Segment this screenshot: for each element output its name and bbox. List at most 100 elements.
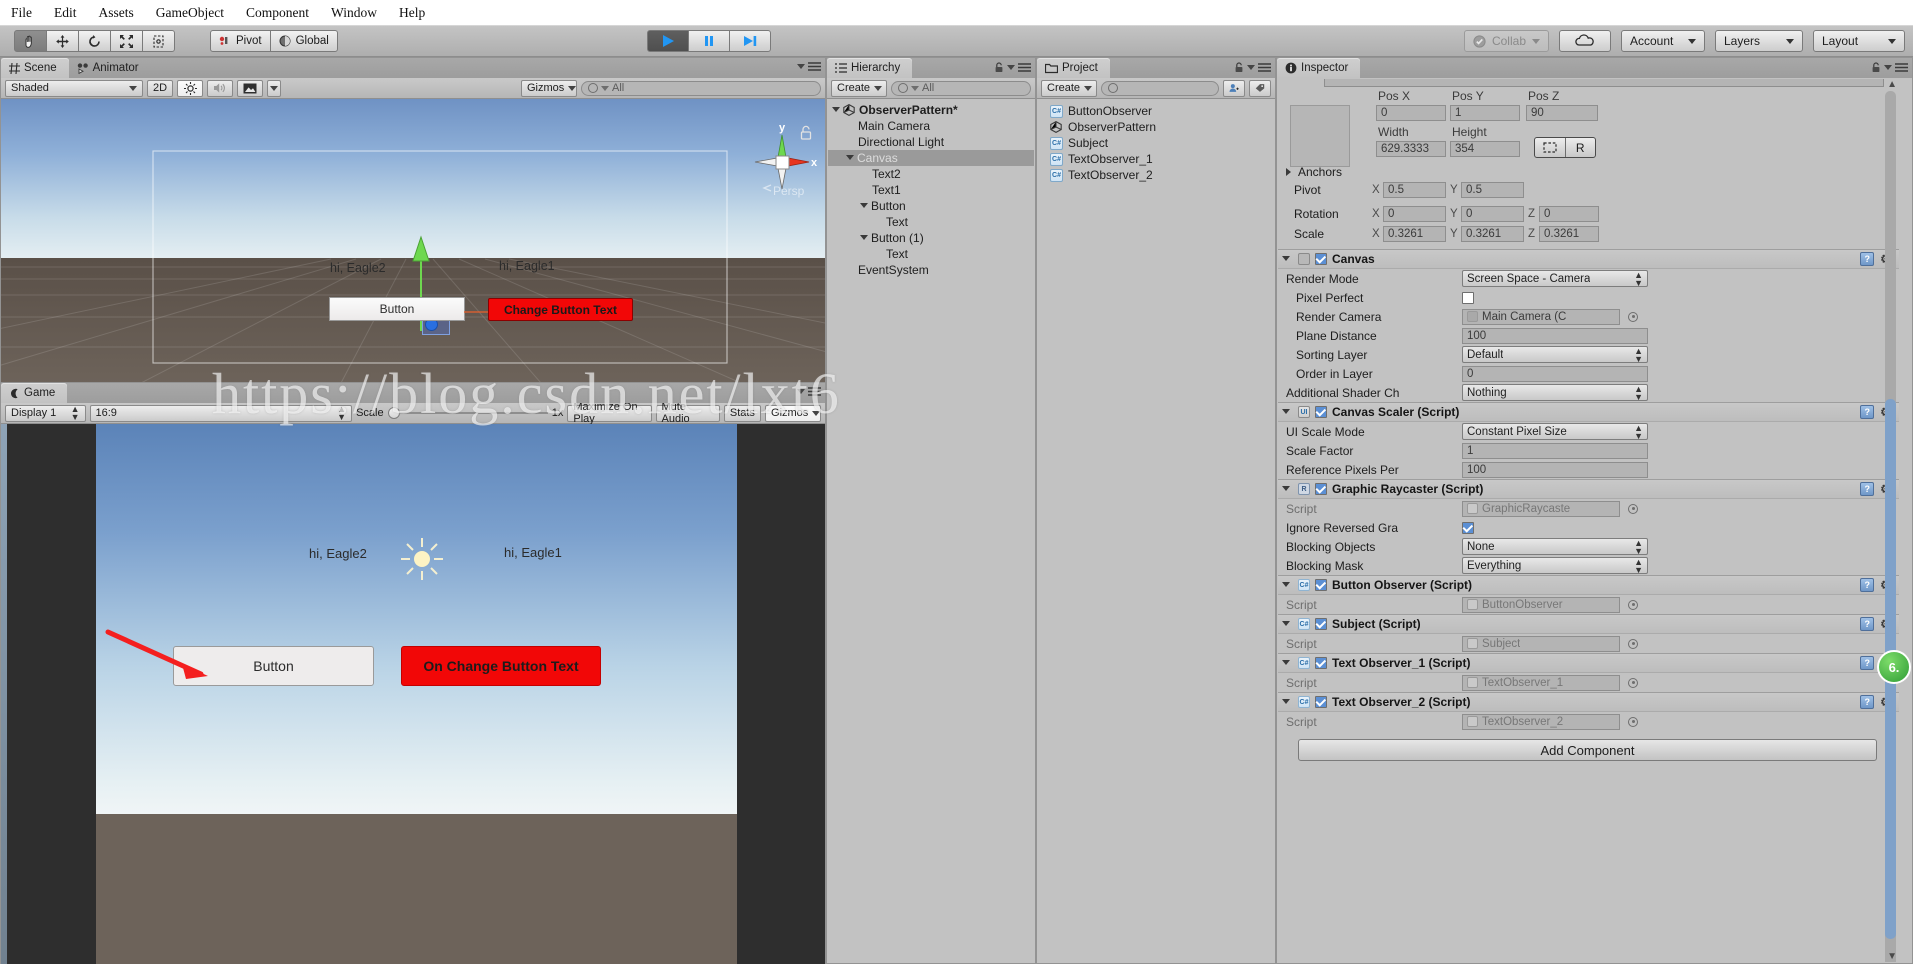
hierarchy-item-directional-light[interactable]: Directional Light: [828, 134, 1034, 150]
inspector-text-field[interactable]: 0: [1462, 365, 1648, 382]
tab-hierarchy[interactable]: Hierarchy: [827, 58, 913, 78]
project-item-buttonobserver[interactable]: C# ButtonObserver: [1038, 103, 1274, 119]
scale-slider-thumb[interactable]: [387, 407, 400, 419]
scene-fx-dropdown[interactable]: [267, 79, 281, 97]
game-aspect-dropdown[interactable]: 16:9 ▲ ▼: [89, 404, 353, 422]
component-header-graphic-raycaster-script[interactable]: RGraphic Raycaster (Script)?⚙: [1278, 479, 1899, 499]
project-item-observerpattern[interactable]: ObserverPattern: [1038, 119, 1274, 135]
chevron-down-icon[interactable]: [1282, 485, 1290, 495]
layers-button[interactable]: Layers: [1715, 30, 1803, 52]
collab-button[interactable]: Collab: [1463, 30, 1549, 52]
menu-item-component[interactable]: Component: [235, 2, 320, 24]
help-icon[interactable]: ?: [1860, 252, 1875, 266]
object-picker-icon[interactable]: [1628, 677, 1638, 688]
game-red-button[interactable]: On Change Button Text: [401, 646, 601, 686]
component-enabled-checkbox[interactable]: [1315, 579, 1327, 591]
hierarchy-item-button[interactable]: Button: [828, 198, 1034, 214]
pivot-toggle[interactable]: Pivot: [210, 30, 271, 52]
game-display-dropdown[interactable]: Display 1 ▲ ▼: [5, 404, 86, 422]
inspector-dropdown[interactable]: None ▲ ▼: [1462, 538, 1648, 555]
scene-lighting-toggle[interactable]: [177, 79, 203, 97]
hierarchy-panel-menu[interactable]: [994, 62, 1031, 73]
project-item-subject[interactable]: C# Subject: [1038, 135, 1274, 151]
object-picker-icon[interactable]: [1628, 716, 1638, 727]
inspector-body[interactable]: Pos X Pos Y Pos Z 0 1 90 Width Height 62…: [1278, 79, 1899, 962]
menu-item-window[interactable]: Window: [320, 2, 388, 24]
project-panel-menu[interactable]: [1234, 62, 1271, 73]
component-enabled-checkbox[interactable]: [1315, 406, 1327, 418]
toggle-2d-button[interactable]: 2D: [147, 79, 173, 97]
step-button[interactable]: [728, 30, 771, 52]
raw-toggle[interactable]: R: [1566, 138, 1596, 157]
pause-button[interactable]: [687, 30, 730, 52]
hierarchy-item-observerpattern[interactable]: ObserverPattern*: [828, 102, 1034, 118]
tab-game[interactable]: Game: [1, 383, 68, 403]
inspector-object-field[interactable]: GraphicRaycaste: [1462, 500, 1620, 517]
tab-inspector[interactable]: Inspector: [1277, 58, 1361, 78]
scale-z-field[interactable]: 0.3261: [1539, 226, 1599, 242]
scene-gizmos-dropdown[interactable]: Gizmos: [521, 79, 577, 97]
hand-tool-button[interactable]: [14, 30, 47, 52]
height-field[interactable]: 354: [1450, 141, 1520, 157]
rotation-z-field[interactable]: 0: [1539, 206, 1599, 222]
mute-audio-toggle[interactable]: Mute Audio: [655, 401, 720, 425]
rect-transform-tool-button[interactable]: [142, 30, 175, 52]
hierarchy-create-button[interactable]: Create: [831, 79, 887, 97]
inspector-panel-menu[interactable]: [1871, 62, 1908, 73]
game-panel-menu[interactable]: [797, 387, 821, 396]
pivot-x-field[interactable]: 0.5: [1383, 182, 1446, 198]
chevron-down-icon[interactable]: [1282, 581, 1290, 591]
component-enabled-checkbox[interactable]: [1315, 618, 1327, 630]
maximize-on-play-toggle[interactable]: Maximize On Play: [567, 401, 652, 425]
scene-fx-toggle[interactable]: [237, 79, 263, 97]
project-item-textobserver-2[interactable]: C# TextObserver_2: [1038, 167, 1274, 183]
inspector-object-field[interactable]: Subject: [1462, 635, 1620, 652]
scroll-up-arrow-icon[interactable]: ▲: [1887, 79, 1897, 90]
shading-mode-dropdown[interactable]: Shaded: [5, 79, 143, 97]
chevron-down-icon[interactable]: [846, 154, 854, 164]
help-icon[interactable]: ?: [1860, 656, 1875, 670]
inspector-dropdown[interactable]: Screen Space - Camera ▲ ▼: [1462, 270, 1648, 287]
help-icon[interactable]: ?: [1860, 578, 1875, 592]
help-icon[interactable]: ?: [1860, 617, 1875, 631]
help-icon[interactable]: ?: [1860, 695, 1875, 709]
component-header-text-observer-1-script[interactable]: C#Text Observer_1 (Script)?⚙: [1278, 653, 1899, 673]
inspector-dropdown[interactable]: Default ▲ ▼: [1462, 346, 1648, 363]
component-header-canvas[interactable]: Canvas?⚙: [1278, 249, 1899, 269]
component-enabled-checkbox[interactable]: [1315, 696, 1327, 708]
help-icon[interactable]: ?: [1860, 405, 1875, 419]
hierarchy-item-eventsystem[interactable]: EventSystem: [828, 262, 1034, 278]
scale-y-field[interactable]: 0.3261: [1461, 226, 1524, 242]
project-filter-label-button[interactable]: [1249, 79, 1271, 97]
chevron-down-icon[interactable]: [1282, 408, 1290, 418]
game-viewport[interactable]: hi, Eagle2 hi, Eagle1 Button On Change B…: [1, 424, 825, 964]
inspector-text-field[interactable]: 100: [1462, 327, 1648, 344]
menu-item-file[interactable]: File: [0, 2, 43, 24]
component-header-subject-script[interactable]: C#Subject (Script)?⚙: [1278, 614, 1899, 634]
game-gizmos-dropdown[interactable]: Gizmos: [765, 404, 822, 422]
object-picker-icon[interactable]: [1628, 311, 1638, 322]
object-picker-icon[interactable]: [1628, 503, 1638, 514]
add-component-button[interactable]: Add Component: [1298, 739, 1877, 761]
rotation-x-field[interactable]: 0: [1383, 206, 1446, 222]
tab-scene[interactable]: Scene: [1, 58, 69, 78]
hierarchy-item-text1[interactable]: Text1: [828, 182, 1034, 198]
tab-project[interactable]: Project: [1037, 58, 1110, 78]
scene-audio-toggle[interactable]: [207, 79, 233, 97]
scene-button-object[interactable]: Button: [329, 297, 465, 321]
component-enabled-checkbox[interactable]: [1315, 657, 1327, 669]
project-create-button[interactable]: Create: [1041, 79, 1097, 97]
game-scale-slider[interactable]: Scale 1x: [356, 406, 563, 420]
pos-y-field[interactable]: 1: [1450, 105, 1520, 121]
project-item-textobserver-1[interactable]: C# TextObserver_1: [1038, 151, 1274, 167]
layout-button[interactable]: Layout: [1813, 30, 1905, 52]
inspector-object-field[interactable]: ButtonObserver: [1462, 596, 1620, 613]
inspector-object-field[interactable]: TextObserver_1: [1462, 674, 1620, 691]
chevron-down-icon[interactable]: [1282, 698, 1290, 708]
help-icon[interactable]: ?: [1860, 482, 1875, 496]
inspector-checkbox[interactable]: [1462, 291, 1474, 304]
pivot-y-field[interactable]: 0.5: [1461, 182, 1524, 198]
inspector-checkbox[interactable]: [1462, 521, 1474, 534]
chevron-down-icon[interactable]: [832, 106, 840, 116]
inspector-dropdown[interactable]: Constant Pixel Size ▲ ▼: [1462, 423, 1648, 440]
